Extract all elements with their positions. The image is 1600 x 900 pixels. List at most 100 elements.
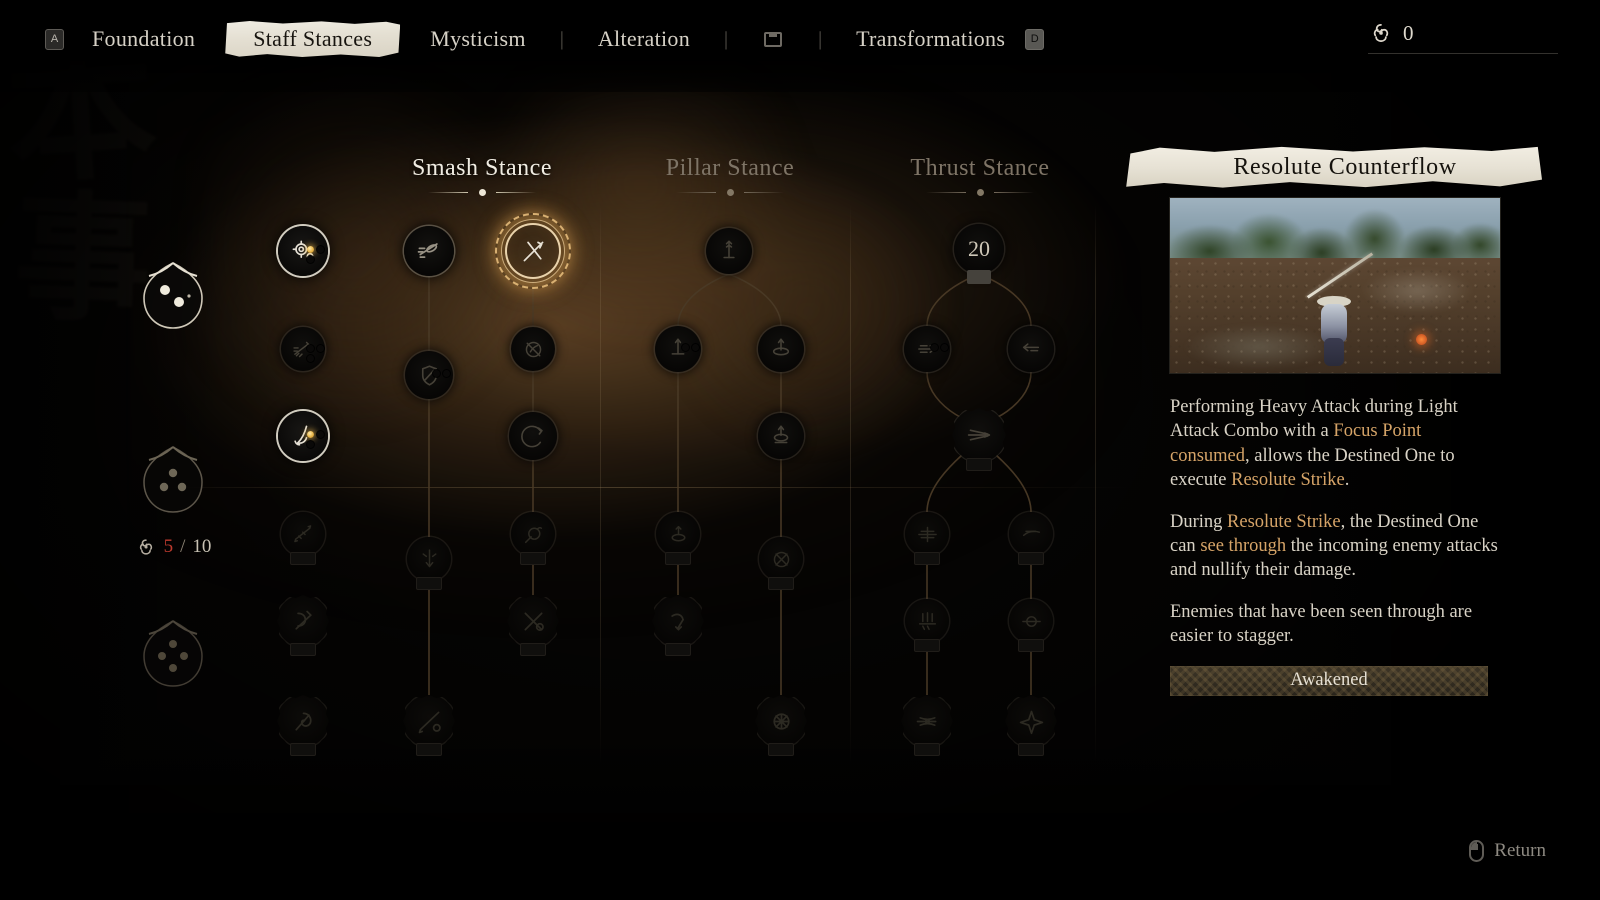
node-disc [905, 512, 949, 556]
node-resolute-counterflow[interactable] [495, 213, 571, 289]
skill-points-current: 5 [163, 536, 174, 557]
node-smash-arc-sweep[interactable] [509, 412, 557, 460]
node-pillar-whirl[interactable] [759, 537, 803, 590]
node-disc [511, 512, 555, 556]
node-smash-orb-smash[interactable] [511, 512, 555, 565]
panel-title: Resolute Counterflow [1233, 153, 1457, 180]
tab-alteration[interactable]: Alteration [578, 26, 710, 52]
node-thrust-gate[interactable]: 20 [954, 224, 1004, 284]
rank-pip [307, 345, 314, 352]
description-text: During [1170, 511, 1228, 532]
node-disc [403, 695, 455, 747]
mouse-icon [1469, 840, 1485, 862]
node-thrust-star[interactable] [1005, 695, 1057, 756]
tier-indicator-3[interactable] [135, 616, 211, 692]
node-thrust-glide[interactable] [1009, 512, 1053, 565]
nav-separator-1: | [559, 27, 564, 50]
tier-indicator-1[interactable] [135, 258, 211, 334]
node-pedestal [1018, 639, 1044, 652]
node-thrust-lunge[interactable] [904, 326, 950, 372]
node-pillar-spin[interactable] [758, 326, 804, 372]
preview-legs [1324, 338, 1344, 366]
thrust-burst-icon [964, 420, 994, 450]
skill-points-separator: / [180, 536, 186, 557]
slash-negate-icon [521, 337, 546, 362]
node-pedestal [416, 743, 442, 756]
node-disc [952, 408, 1006, 462]
node-disc [509, 412, 557, 460]
node-thrust-burst[interactable] [952, 408, 1006, 471]
node-disc [507, 595, 559, 647]
node-pedestal [665, 552, 691, 565]
node-smash-cross-strike[interactable] [507, 595, 559, 656]
node-pillar-vault[interactable] [652, 595, 704, 656]
orb-smash-icon [521, 522, 546, 547]
skill-description: Performing Heavy Attack during Light Att… [1170, 395, 1500, 649]
node-disc [759, 537, 803, 581]
node-smash-spiral-finish[interactable] [277, 695, 329, 756]
prev-tab-key[interactable]: A [45, 28, 64, 50]
node-smash-guard-break[interactable] [405, 351, 453, 399]
node-pedestal [1018, 743, 1044, 756]
rank-pip [317, 246, 324, 253]
node-thrust-barrage[interactable] [905, 512, 949, 565]
skill-info-panel: Resolute Counterflow Performing Heavy At… [1126, 146, 1542, 696]
tier-ring-icon-1 [143, 262, 203, 329]
tab-staff-stances[interactable]: Staff Stances [225, 21, 401, 57]
next-tab-key[interactable]: D [1025, 28, 1045, 50]
node-disc [1009, 512, 1053, 556]
column-rule-thrust [926, 188, 1034, 197]
node-thrust-rain[interactable] [905, 599, 949, 652]
footer-hint[interactable]: Return [1469, 840, 1546, 862]
node-smash-heavy-staff[interactable] [281, 512, 325, 565]
description-text: . [1344, 470, 1350, 491]
nav-separator-2: | [724, 27, 729, 50]
node-smash-focus-strike[interactable] [278, 226, 328, 276]
node-disc [407, 537, 451, 581]
node-smash-crescent-hook[interactable] [278, 411, 328, 461]
node-thrust-ring[interactable] [1009, 599, 1053, 652]
tab-transformations[interactable]: Transformations [836, 26, 1025, 52]
node-pedestal [768, 743, 794, 756]
node-smash-long-strike[interactable] [403, 695, 455, 756]
node-smash-plunge[interactable] [407, 537, 451, 590]
tier-indicator-2[interactable] [135, 442, 211, 518]
rank-pip [307, 431, 314, 438]
top-navigation: A Foundation Staff Stances Mysticism | A… [0, 0, 1600, 78]
pillar-hover-icon [768, 423, 794, 449]
plunge-staff-icon [417, 547, 442, 572]
node-pedestal [290, 643, 316, 656]
node-disc [1008, 326, 1054, 372]
node-smash-rushing-staff[interactable] [404, 226, 454, 276]
node-pillar-hover[interactable] [758, 413, 804, 459]
node-pillar-rise[interactable] [655, 326, 701, 372]
node-smash-coiled-strike[interactable] [277, 595, 329, 656]
tab-mysticism[interactable]: Mysticism [410, 26, 546, 52]
rank-pip [433, 370, 440, 377]
column-header-thrust[interactable]: Thrust Stance [860, 155, 1100, 197]
node-thrust-final[interactable] [901, 695, 953, 756]
node-pedestal [768, 577, 794, 590]
node-smash-staff-sweep[interactable] [281, 327, 325, 371]
pillar-pole-icon [716, 238, 742, 264]
rank-pip [307, 355, 314, 362]
node-disc [656, 512, 700, 556]
tier-rail: 5 / 10 [128, 258, 218, 692]
return-label: Return [1494, 840, 1546, 861]
column-title-thrust: Thrust Stance [910, 155, 1050, 181]
rush-staff-icon [415, 237, 443, 265]
node-thrust-pierce[interactable] [1008, 326, 1054, 372]
node-pillar-bloom[interactable] [755, 695, 807, 756]
coil-staff-icon [289, 607, 318, 636]
column-rule-pillar [676, 188, 784, 197]
thrust-final-icon [913, 707, 942, 736]
awakened-status-button[interactable]: Awakened [1170, 665, 1488, 696]
rank-pip [307, 256, 314, 263]
node-smash-slash-negate[interactable] [511, 327, 555, 371]
tab-foundation[interactable]: Foundation [72, 26, 215, 52]
description-paragraph-1: Performing Heavy Attack during Light Att… [1170, 395, 1500, 493]
node-pillar-root[interactable] [706, 228, 752, 274]
column-header-smash[interactable]: Smash Stance [362, 155, 602, 197]
column-header-pillar[interactable]: Pillar Stance [610, 155, 850, 197]
node-pillar-ground[interactable] [656, 512, 700, 565]
